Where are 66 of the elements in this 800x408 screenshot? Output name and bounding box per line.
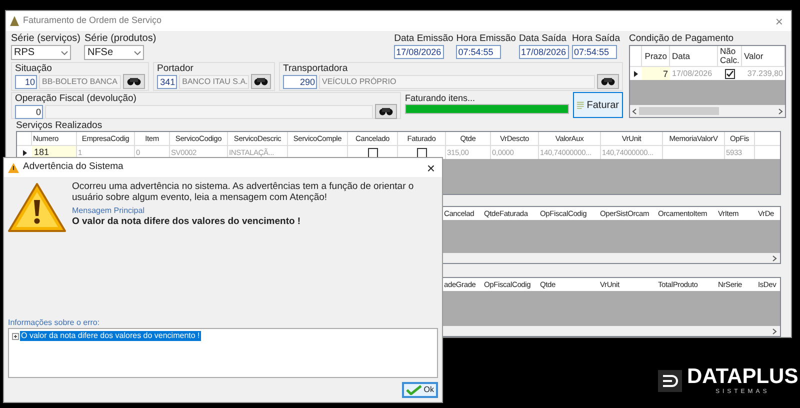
app-icon [10,16,19,26]
warning-message: Ocorreu uma advertência no sistema. As advertências tem a função de orientar o usuário sobre algum evento, leia a mensagem com Atenção! [72,181,415,203]
ok-button[interactable]: Ok [402,382,438,398]
panel-title: Condição de Pagamento [629,33,735,45]
details-label: Informações sobre o erro: [7,318,101,328]
input-field[interactable]: 17/08/2026 [394,45,444,59]
warning-icon [7,182,67,234]
table-cell: 7 [642,67,670,80]
dropdown[interactable]: RPS [11,45,71,60]
name-field: VEÍCULO PRÓPRIO [319,74,595,88]
field-label: Data Saída [518,33,568,45]
group-label: Situação [15,63,53,74]
dropdown[interactable]: NFSe [84,45,144,60]
list-icon [577,99,584,111]
table-cell-text: 37.239,80 [746,68,784,80]
group-label: Portador [157,63,194,74]
scroll-right-icon[interactable] [772,254,777,262]
checkbox[interactable] [725,68,735,78]
warning-icon [8,162,19,172]
checkbox[interactable] [368,148,378,158]
binoculars-icon [601,77,615,86]
expand-icon[interactable] [12,332,19,340]
binoculars-icon [127,77,141,86]
close-button[interactable]: × [771,14,787,28]
field-label: Hora Emissão [456,33,516,45]
field-label: Série (produtos) [84,33,156,45]
binoculars-icon [254,77,268,86]
scroll-right-icon[interactable] [778,108,783,114]
search-button[interactable] [375,104,397,119]
name-field: BANCO ITAU S.A. [179,74,250,88]
code-field[interactable]: 290 [283,74,317,88]
invoice-button[interactable]: Faturar [573,92,623,118]
tree-item[interactable]: O valor da nota difere dos valores do vencimento ! [20,331,201,341]
section-label: Mensagem Principal [72,206,146,216]
scroll-right-icon[interactable] [772,328,777,334]
section-title: Serviços Realizados [15,120,104,131]
search-button[interactable] [123,74,145,89]
group-label: Transportadora [283,63,349,74]
table-cell-text: 17/08/2026 [671,68,714,80]
brand-name: DATAPLUS [687,366,798,388]
code-field[interactable]: 0 [15,104,43,118]
progress-label: Faturando itens... [405,92,476,104]
code-field[interactable]: 10 [15,74,37,88]
chevron-down-icon [134,50,142,54]
binoculars-icon [379,107,393,116]
field-label: Data Emissão [394,33,454,45]
horizontal-scrollbar[interactable] [630,105,785,117]
input-field[interactable]: 07:54:55 [572,45,617,59]
input-field[interactable]: 17/08/2026 [518,45,569,59]
checkmark-icon [406,385,422,395]
code-field[interactable]: 341 [157,74,178,88]
field-label: Série (serviços) [11,33,80,45]
main-message: O valor da nota difere dos valores do vencimento ! [72,216,302,227]
dialog-title: Advertência do Sistema [23,160,124,174]
input-field[interactable]: 07:54:55 [456,45,502,59]
field-label: Hora Saída [572,33,620,45]
name-field: BB-BOLETO BANCA [39,74,121,88]
scroll-left-icon[interactable] [632,108,637,114]
close-button[interactable]: × [424,160,438,174]
search-button[interactable] [597,74,619,89]
search-button[interactable] [251,74,271,89]
checkbox[interactable] [416,148,426,158]
chevron-down-icon [61,50,68,54]
window-title: Faturamento de Ordem de Serviço [23,14,162,28]
group-label: Operação Fiscal (devolução) [15,93,138,104]
logo-icon [658,370,682,392]
